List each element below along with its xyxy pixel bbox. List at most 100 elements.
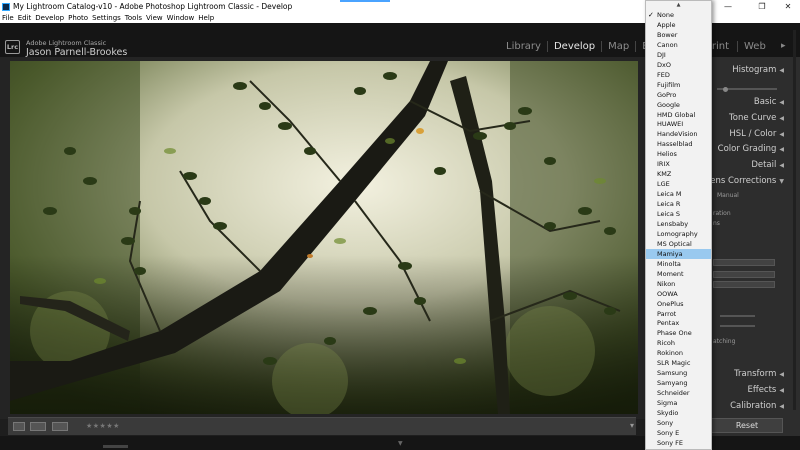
dropdown-item-label: Mamiya	[657, 249, 683, 258]
panel-detail[interactable]: Detail ◀	[751, 160, 784, 170]
vignetting-slider[interactable]	[720, 325, 755, 327]
module-develop[interactable]: Develop	[548, 41, 603, 52]
dropdown-item-sony-e[interactable]: Sony E	[646, 428, 711, 438]
dropdown-item-label: Leica R	[657, 200, 681, 209]
lens-profile-select[interactable]	[713, 281, 775, 288]
dropdown-item-oowa[interactable]: OOWA	[646, 289, 711, 299]
lens-make-select[interactable]	[713, 259, 775, 266]
dropdown-item-bower[interactable]: Bower	[646, 30, 711, 40]
dropdown-item-lensbaby[interactable]: Lensbaby	[646, 219, 711, 229]
minimize-button[interactable]: —	[716, 0, 740, 13]
dropdown-item-sony-fe[interactable]: Sony FE	[646, 438, 711, 448]
panel-transform[interactable]: Transform ◀	[734, 369, 784, 379]
dropdown-item-label: Parrot	[657, 309, 677, 318]
dropdown-item-parrot[interactable]: Parrot	[646, 309, 711, 319]
menu-edit[interactable]: Edit	[18, 14, 32, 22]
dropdown-item-helios[interactable]: Helios	[646, 149, 711, 159]
menu-window[interactable]: Window	[167, 14, 195, 22]
dropdown-item-label: Rokinon	[657, 349, 683, 358]
panel-calibration[interactable]: Calibration ◀	[730, 401, 784, 411]
dropdown-item-fujifilm[interactable]: Fujifilm	[646, 80, 711, 90]
dropdown-item-sigma[interactable]: Sigma	[646, 398, 711, 408]
dropdown-item-moment[interactable]: Moment	[646, 269, 711, 279]
toolbar-menu-chevron-icon[interactable]: ▾	[630, 421, 634, 430]
dropdown-item-lomography[interactable]: Lomography	[646, 229, 711, 239]
scroll-up-icon[interactable]: ▲	[646, 1, 711, 10]
dropdown-item-phase-one[interactable]: Phase One	[646, 328, 711, 338]
dropdown-item-nikon[interactable]: Nikon	[646, 279, 711, 289]
module-map[interactable]: Map	[602, 41, 637, 52]
maximize-button[interactable]: ❐	[750, 0, 774, 13]
dropdown-item-dxo[interactable]: DxO	[646, 60, 711, 70]
dropdown-item-kmz[interactable]: KMZ	[646, 169, 711, 179]
panel-lens-corrections[interactable]: Lens Corrections ▼	[706, 176, 784, 186]
dropdown-item-samyang[interactable]: Samyang	[646, 378, 711, 388]
dropdown-item-gopro[interactable]: GoPro	[646, 90, 711, 100]
dropdown-item-leica-m[interactable]: Leica M	[646, 189, 711, 199]
distortion-slider[interactable]	[720, 315, 755, 317]
dropdown-item-ms-optical[interactable]: MS Optical	[646, 239, 711, 249]
collapse-right-arrow-icon[interactable]: ▸	[781, 41, 786, 51]
right-panel-scrollbar[interactable]	[793, 30, 796, 410]
module-library[interactable]: Library	[500, 41, 548, 52]
filmstrip-handle[interactable]	[103, 445, 128, 448]
menu-help[interactable]: Help	[198, 14, 214, 22]
dropdown-item-irix[interactable]: IRIX	[646, 159, 711, 169]
photo-preview[interactable]	[10, 61, 638, 414]
dropdown-item-ricoh[interactable]: Ricoh	[646, 338, 711, 348]
panel-color-grading[interactable]: Color Grading ◀	[718, 144, 784, 154]
before-after-button[interactable]	[30, 422, 46, 431]
dropdown-item-dji[interactable]: DJI	[646, 50, 711, 60]
develop-toolbar: ★★★★★ ▾	[8, 417, 636, 435]
dropdown-item-slr-magic[interactable]: SLR Magic	[646, 358, 711, 368]
dropdown-item-label: Bower	[657, 30, 678, 39]
dropdown-item-minolta[interactable]: Minolta	[646, 259, 711, 269]
dropdown-item-apple[interactable]: Apple	[646, 20, 711, 30]
menu-view[interactable]: View	[146, 14, 163, 22]
dropdown-item-canon[interactable]: Canon	[646, 40, 711, 50]
menu-tools[interactable]: Tools	[125, 14, 142, 22]
dropdown-item-pentax[interactable]: Pentax	[646, 318, 711, 328]
dropdown-item-leica-s[interactable]: Leica S	[646, 209, 711, 219]
dropdown-item-sony[interactable]: Sony	[646, 418, 711, 428]
lens-model-select[interactable]	[713, 271, 775, 278]
filmstrip-toggle-icon[interactable]: ▼	[398, 440, 403, 447]
close-button[interactable]: ✕	[776, 0, 800, 13]
loupe-view-button[interactable]	[13, 422, 25, 431]
panel-tone-curve[interactable]: Tone Curve ◀	[729, 113, 784, 123]
dropdown-item-label: Lomography	[657, 229, 698, 238]
dropdown-item-google[interactable]: Google	[646, 100, 711, 110]
dropdown-item-hasselblad[interactable]: Hasselblad	[646, 139, 711, 149]
dropdown-item-skydio[interactable]: Skydio	[646, 408, 711, 418]
reset-button[interactable]: Reset	[711, 418, 783, 433]
dropdown-item-none[interactable]: ✓ None	[646, 10, 711, 20]
histogram-knob[interactable]	[723, 87, 728, 92]
menu-settings[interactable]: Settings	[92, 14, 121, 22]
panel-basic[interactable]: Basic ◀	[754, 97, 784, 107]
dropdown-item-leica-r[interactable]: Leica R	[646, 199, 711, 209]
before-after-split-button[interactable]	[52, 422, 68, 431]
dropdown-item-handevision[interactable]: HandeVision	[646, 129, 711, 139]
menu-develop[interactable]: Develop	[35, 14, 64, 22]
lens-manual-tab[interactable]: Manual	[717, 192, 739, 199]
dropdown-item-lge[interactable]: LGE	[646, 179, 711, 189]
dropdown-item-label: Leica S	[657, 210, 681, 218]
dropdown-item-samsung[interactable]: Samsung	[646, 368, 711, 378]
dropdown-item-hmd-global[interactable]: HMD Global	[646, 110, 711, 120]
dropdown-item-label: Sony FE	[657, 438, 683, 447]
dropdown-item-label: SLR Magic	[657, 359, 691, 368]
module-web[interactable]: Web	[737, 41, 766, 52]
menu-photo[interactable]: Photo	[68, 14, 88, 22]
rating-stars[interactable]: ★★★★★	[86, 422, 120, 430]
lens-make-dropdown[interactable]: ▲ ✓ None Apple Bower Canon DJI DxO FED Fujifilm G…	[645, 0, 712, 450]
dropdown-item-mamiya[interactable]: Mamiya	[646, 248, 711, 259]
panel-effects[interactable]: Effects ◀	[747, 385, 784, 395]
dropdown-item-oneplus[interactable]: OnePlus	[646, 299, 711, 309]
panel-histogram[interactable]: Histogram ◀	[732, 65, 784, 75]
menu-file[interactable]: File	[2, 14, 14, 22]
dropdown-item-schneider[interactable]: Schneider	[646, 388, 711, 398]
dropdown-item-huawei[interactable]: HUAWEI	[646, 119, 711, 129]
dropdown-item-rokinon[interactable]: Rokinon	[646, 348, 711, 358]
dropdown-item-fed[interactable]: FED	[646, 70, 711, 80]
panel-hsl-color[interactable]: HSL / Color ◀	[729, 129, 784, 139]
